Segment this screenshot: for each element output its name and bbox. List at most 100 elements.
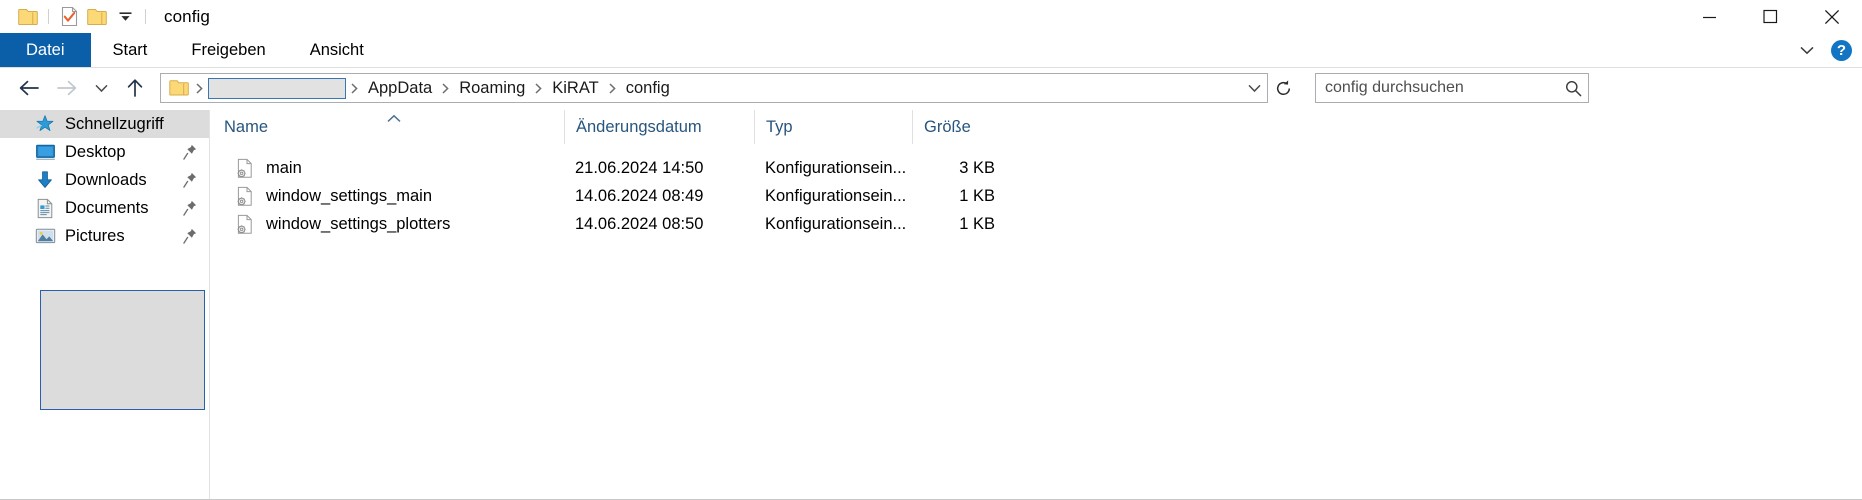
breadcrumb-separator[interactable] (348, 82, 361, 95)
file-type-cell: Konfigurationsein... (765, 186, 907, 205)
documents-icon (34, 197, 56, 219)
column-header-label: Größe (924, 117, 971, 136)
breadcrumb-separator[interactable] (193, 82, 206, 95)
sidebar-item-desktop[interactable]: Desktop (0, 138, 209, 166)
ribbon-tabs: Datei Start Freigeben Ansicht (0, 33, 1862, 67)
tab-freigeben-label: Freigeben (191, 40, 266, 59)
chevron-down-icon[interactable] (1793, 45, 1821, 56)
sidebar-item-schnellzugriff[interactable]: Schnellzugriff (0, 110, 209, 138)
toolbar-separator-2 (145, 9, 146, 24)
file-name-label: window_settings_plotters (266, 214, 451, 233)
search-icon[interactable] (1558, 74, 1588, 102)
column-header-label: Name (224, 117, 269, 136)
ribbon-tab-strip: Datei Start Freigeben Ansicht ? (0, 33, 1862, 68)
sidebar-item-downloads[interactable]: Downloads (0, 166, 209, 194)
breadcrumb-item-kirat[interactable]: KiRAT (545, 76, 605, 100)
tab-start[interactable]: Start (91, 33, 170, 67)
back-button[interactable] (10, 72, 48, 104)
file-date-cell: 14.06.2024 08:49 (575, 186, 704, 205)
tab-ansicht[interactable]: Ansicht (288, 33, 386, 67)
search-placeholder: config durchsuchen (1325, 79, 1464, 96)
recent-locations-button[interactable] (86, 72, 116, 104)
sidebar-item-label: Desktop (65, 142, 126, 161)
navigation-pane: Schnellzugriff Desktop Downloads Documen… (0, 110, 210, 499)
column-header-label: Typ (766, 117, 793, 136)
tab-freigeben[interactable]: Freigeben (169, 33, 287, 67)
config-file-icon (234, 213, 256, 235)
file-name-cell: window_settings_plotters (224, 213, 564, 235)
help-icon[interactable]: ? (1831, 39, 1852, 61)
config-file-icon (234, 185, 256, 207)
tab-datei-label: Datei (26, 40, 65, 59)
minimize-button[interactable] (1679, 0, 1740, 33)
chevron-down-icon[interactable] (1241, 74, 1267, 102)
tab-datei[interactable]: Datei (0, 33, 91, 67)
sidebar-item-label: Pictures (65, 226, 125, 245)
download-icon (34, 169, 56, 191)
chevron-down-icon[interactable] (111, 4, 139, 30)
file-explorer-window: config Datei Start Freigeben Ansicht ? A… (0, 0, 1862, 500)
star-icon (34, 113, 56, 135)
address-bar: AppData Roaming KiRAT config config durc… (0, 68, 1862, 108)
toolbar-separator-1 (48, 9, 49, 24)
refresh-button[interactable] (1268, 72, 1299, 104)
file-name-cell: window_settings_main (224, 185, 564, 207)
breadcrumb-separator[interactable] (606, 82, 619, 95)
column-header-size[interactable]: Größe (912, 110, 1012, 144)
breadcrumb-item-user-redacted[interactable] (208, 77, 346, 99)
tab-ansicht-label: Ansicht (309, 40, 364, 59)
sidebar-item-documents[interactable]: Documents (0, 194, 209, 222)
maximize-button[interactable] (1740, 0, 1801, 33)
table-row[interactable]: window_settings_plotters 14.06.2024 08:5… (210, 210, 1862, 238)
pin-icon[interactable] (183, 200, 197, 216)
properties-icon[interactable] (55, 4, 83, 30)
up-button[interactable] (116, 72, 154, 104)
new-folder-icon[interactable] (83, 4, 111, 30)
pin-icon[interactable] (183, 144, 197, 160)
file-size-cell: 1 KB (959, 186, 995, 205)
table-row[interactable]: main 21.06.2024 14:50 Konfigurationsein.… (210, 154, 1862, 182)
sidebar-item-label: Downloads (65, 170, 147, 189)
caption-buttons (1679, 0, 1862, 33)
breadcrumb-item-appdata[interactable]: AppData (361, 76, 439, 100)
column-header-name[interactable]: Name (224, 110, 564, 144)
file-size-cell: 3 KB (959, 158, 995, 177)
config-file-icon (234, 157, 256, 179)
file-size-cell: 1 KB (959, 214, 995, 233)
file-list-pane: Name Änderungsdatum Typ Größe main 21.06… (210, 110, 1862, 499)
pin-icon[interactable] (183, 228, 197, 244)
breadcrumb-separator[interactable] (439, 82, 452, 95)
folder-icon[interactable] (14, 4, 42, 30)
sidebar-item-label: Documents (65, 198, 149, 217)
file-type-cell: Konfigurationsein... (765, 158, 907, 177)
file-name-cell: main (224, 157, 564, 179)
folder-icon[interactable] (167, 79, 193, 97)
pictures-icon (34, 225, 56, 247)
navigation-pane-focus-region[interactable] (40, 290, 205, 410)
file-list-column-headers: Name Änderungsdatum Typ Größe (210, 110, 1862, 144)
column-header-label: Änderungsdatum (576, 117, 702, 136)
breadcrumb[interactable]: AppData Roaming KiRAT config (160, 73, 1268, 103)
ribbon-right-controls: ? (1793, 33, 1852, 67)
breadcrumb-items: AppData Roaming KiRAT config (161, 74, 1241, 102)
tab-start-label: Start (112, 40, 148, 59)
table-row[interactable]: window_settings_main 14.06.2024 08:49 Ko… (210, 182, 1862, 210)
file-type-cell: Konfigurationsein... (765, 214, 907, 233)
column-header-date[interactable]: Änderungsdatum (564, 110, 754, 144)
file-date-cell: 14.06.2024 08:50 (575, 214, 704, 233)
forward-button[interactable] (48, 72, 86, 104)
sidebar-item-pictures[interactable]: Pictures (0, 222, 209, 250)
sidebar-item-label: Schnellzugriff (65, 114, 164, 133)
sort-ascending-icon (386, 109, 403, 128)
column-header-type[interactable]: Typ (754, 110, 912, 144)
close-button[interactable] (1801, 0, 1862, 33)
pin-icon[interactable] (183, 172, 197, 188)
breadcrumb-separator[interactable] (532, 82, 545, 95)
breadcrumb-item-config[interactable]: config (619, 76, 677, 100)
quick-access-toolbar: config (0, 0, 210, 33)
file-name-label: main (266, 158, 302, 177)
search-input[interactable]: config durchsuchen (1315, 73, 1589, 103)
breadcrumb-item-roaming[interactable]: Roaming (452, 76, 532, 100)
help-icon-label: ? (1836, 41, 1847, 59)
desktop-icon (34, 141, 56, 163)
